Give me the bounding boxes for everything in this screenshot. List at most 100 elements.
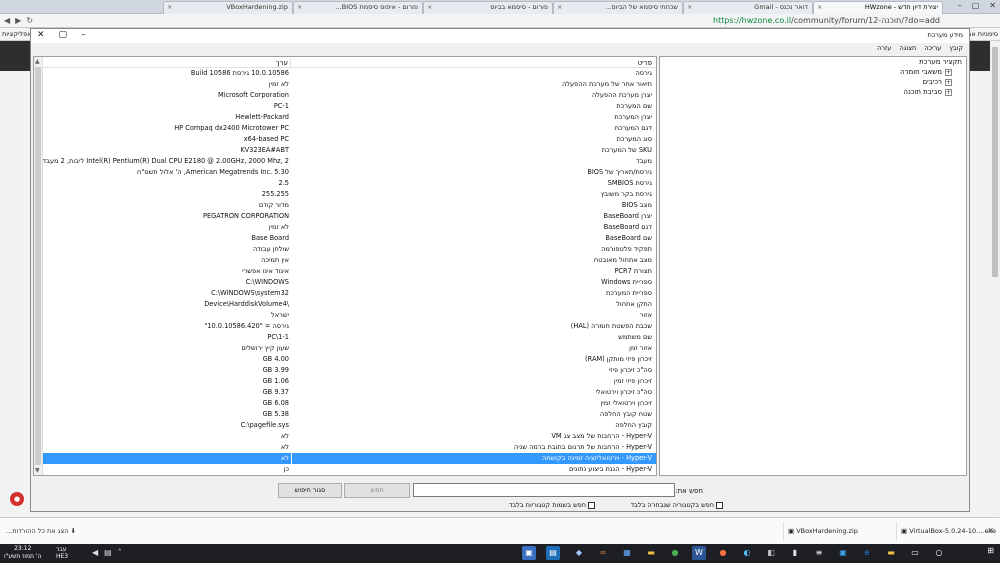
- tree-item-hardware-resources[interactable]: +משאבי חומרה: [660, 67, 966, 77]
- column-header-value[interactable]: ערך: [43, 58, 291, 68]
- list-row[interactable]: 1.06 GB זיכרון פיזי זמין: [43, 376, 656, 387]
- app-icon[interactable]: ◧: [764, 546, 778, 560]
- list-row[interactable]: \Device\HarddiskVolume4 התקן אתחול: [43, 299, 656, 310]
- app-icon[interactable]: ▣: [836, 546, 850, 560]
- list-row[interactable]: C:\WINDOWS ספריית Windows: [43, 277, 656, 288]
- expand-icon[interactable]: +: [945, 88, 952, 96]
- list-row[interactable]: 10.0.10586 גירסת Build 10586 גירסה: [43, 68, 656, 79]
- close-icon[interactable]: ✕: [37, 30, 45, 40]
- word-icon[interactable]: W: [692, 546, 706, 560]
- tray-up-icon[interactable]: ˄: [118, 548, 122, 557]
- browser-scrollbar[interactable]: [990, 41, 1000, 517]
- list-row[interactable]: שעון קיץ ירושלים אזור זמן: [43, 343, 656, 354]
- app-store-icon[interactable]: ▤: [546, 546, 560, 560]
- app-system-information-icon[interactable]: ▣: [522, 546, 536, 560]
- list-row[interactable]: לא זמין תיאור אחר של מערכת ההפעלה: [43, 79, 656, 90]
- list-row[interactable]: אין תמיכה מצב אתחול מאובטח: [43, 255, 656, 266]
- scrollbar-thumb[interactable]: [35, 67, 41, 465]
- close-icon[interactable]: ✕: [989, 1, 996, 10]
- maximize-icon[interactable]: ▢: [972, 1, 980, 10]
- list-row[interactable]: 4.00 GB זיכרון פיזי מותקן (RAM): [43, 354, 656, 365]
- notification-icon[interactable]: ●: [10, 492, 24, 506]
- speaker-icon[interactable]: ◀: [92, 548, 98, 557]
- list-row[interactable]: PC\1-1 שם משתמש: [43, 332, 656, 343]
- list-row[interactable]: C:\pagefile.sys קובץ החלפה: [43, 420, 656, 431]
- menu-edit[interactable]: עריכה: [924, 44, 941, 52]
- close-icon[interactable]: ×: [167, 3, 172, 11]
- tab-vbox[interactable]: VBoxHardening.zip ×: [163, 1, 293, 14]
- list-row[interactable]: Hewlett-Packard יצרן המערכת: [43, 112, 656, 123]
- task-view-icon[interactable]: ▭: [908, 546, 922, 560]
- close-icon[interactable]: ×: [557, 3, 562, 11]
- list-row[interactable]: x64-based PC סוג המערכת: [43, 134, 656, 145]
- download-item[interactable]: ▣ VirtualBox-5.0.24-10....exe: [896, 522, 996, 541]
- tab-hwzone[interactable]: יצירת דיון חדש - HWzone ×: [813, 1, 943, 14]
- column-header-item[interactable]: פריט: [292, 58, 656, 68]
- checkbox[interactable]: [716, 501, 723, 509]
- tree-item-components[interactable]: +רכיבים: [660, 77, 966, 87]
- menu-file[interactable]: קובץ: [949, 44, 963, 52]
- scrollbar-thumb[interactable]: [992, 47, 998, 277]
- url-field[interactable]: https://hwzone.co.il/community/forum/12-…: [713, 16, 940, 25]
- scroll-down-icon[interactable]: ▼: [35, 467, 40, 474]
- list-row[interactable]: גירסה = "10.0.10586.420" שכבת הפשטת חומרה…: [43, 321, 656, 332]
- find-button[interactable]: חפש: [344, 483, 410, 498]
- menu-help[interactable]: עזרה: [877, 44, 891, 52]
- list-row[interactable]: C:\WINDOWS\system32 ספריית המערכת: [43, 288, 656, 299]
- list-row[interactable]: American Megatrends Inc. 5.30, ה' אלול ת…: [43, 167, 656, 178]
- tree-item-system-summary[interactable]: תקציר מערכת: [660, 57, 966, 67]
- close-find-button[interactable]: סגור חיפוש: [278, 483, 342, 498]
- app-icon[interactable]: ∞: [596, 546, 610, 560]
- list-row[interactable]: לא Hyper-V - הרחבות של מצב צג VM: [43, 431, 656, 442]
- photos-icon[interactable]: ▦: [620, 546, 634, 560]
- chrome-icon[interactable]: ●: [668, 546, 682, 560]
- list-row[interactable]: שולחן עבודה תפקיד פלטפורמה: [43, 244, 656, 255]
- search-icon[interactable]: ○: [932, 546, 946, 560]
- close-icon[interactable]: ×: [817, 3, 822, 11]
- close-icon[interactable]: ×: [687, 3, 692, 11]
- close-icon[interactable]: ×: [297, 3, 302, 11]
- show-all-downloads-link[interactable]: ⬇ הצג את כל ההורדות...: [6, 527, 76, 535]
- app-icon[interactable]: ≡: [812, 546, 826, 560]
- minimize-icon[interactable]: –: [81, 30, 86, 40]
- list-row[interactable]: כן Hyper-V - הגנת ביצוע נתונים: [43, 464, 656, 475]
- expand-icon[interactable]: +: [945, 68, 952, 76]
- list-row[interactable]: לא Hyper-V - הרחבות של תרגום בתובת ברמה ש…: [43, 442, 656, 453]
- tab-bios-forget[interactable]: שכחתי סיסמא של הביוס... ×: [553, 1, 683, 14]
- start-button[interactable]: ⊞: [987, 546, 994, 555]
- scroll-up-icon[interactable]: ▲: [35, 58, 40, 65]
- tab-forum-bios[interactable]: פורום - סיסמא בביוס ×: [423, 1, 553, 14]
- menu-view[interactable]: תצוגה: [899, 44, 916, 52]
- store-icon[interactable]: ▮: [788, 546, 802, 560]
- forward-icon[interactable]: ▶: [15, 16, 21, 25]
- list-row[interactable]: ישראל אזור: [43, 310, 656, 321]
- network-icon[interactable]: ▤: [104, 548, 112, 557]
- list-row[interactable]: לא Hyper-V - וירטואליזציה זמינה בקושחה: [43, 453, 656, 464]
- list-row[interactable]: PC-1 שם המערכת: [43, 101, 656, 112]
- app-icon[interactable]: ◐: [740, 546, 754, 560]
- list-row[interactable]: מדור קודם מצב BIOS: [43, 200, 656, 211]
- list-row[interactable]: 6.08 GB זיכרון וירטואלי זמין: [43, 398, 656, 409]
- list-row[interactable]: Base Board שם BaseBoard: [43, 233, 656, 244]
- list-row[interactable]: 9.37 GB סה"כ זיכרון וירטואלי: [43, 387, 656, 398]
- checkbox[interactable]: [588, 501, 595, 509]
- folder-icon[interactable]: ▬: [644, 546, 658, 560]
- search-category-names-option[interactable]: חפש בשמות קטגוריות בלבד: [509, 501, 595, 509]
- list-row[interactable]: KV323EA#ABT SKU של המערכת: [43, 145, 656, 156]
- taskbar-clock[interactable]: 23:12 ה' תמוז תשע"ו: [4, 545, 41, 561]
- apps-bookmark[interactable]: אפליקציות: [2, 30, 32, 38]
- tab-gmail[interactable]: דואר נכנס - Gmail ×: [683, 1, 813, 14]
- download-item[interactable]: ▣ VBoxHardening.zip: [783, 522, 895, 541]
- list-row[interactable]: Microsoft Corporation יצרן מערכת ההפעלה: [43, 90, 656, 101]
- list-row[interactable]: 255.255 גירסת בקר משובץ: [43, 189, 656, 200]
- list-row[interactable]: Intel(R) Pentium(R) Dual CPU E2180 @ 2.0…: [43, 156, 656, 167]
- expand-icon[interactable]: +: [945, 78, 952, 86]
- search-input[interactable]: [413, 483, 675, 497]
- firefox-icon[interactable]: ●: [716, 546, 730, 560]
- search-selected-category-option[interactable]: חפש בקטגוריה שנבחרה בלבד: [631, 501, 723, 509]
- list-row[interactable]: לא זמין דגם BaseBoard: [43, 222, 656, 233]
- list-scrollbar[interactable]: ▲ ▼: [34, 57, 43, 475]
- list-row[interactable]: PEGATRON CORPORATION יצרן BaseBoard: [43, 211, 656, 222]
- list-row[interactable]: HP Compaq dx2400 Microtower PC דגם המערכת: [43, 123, 656, 134]
- list-row[interactable]: 3.99 GB סה"כ זיכרון פיזי: [43, 365, 656, 376]
